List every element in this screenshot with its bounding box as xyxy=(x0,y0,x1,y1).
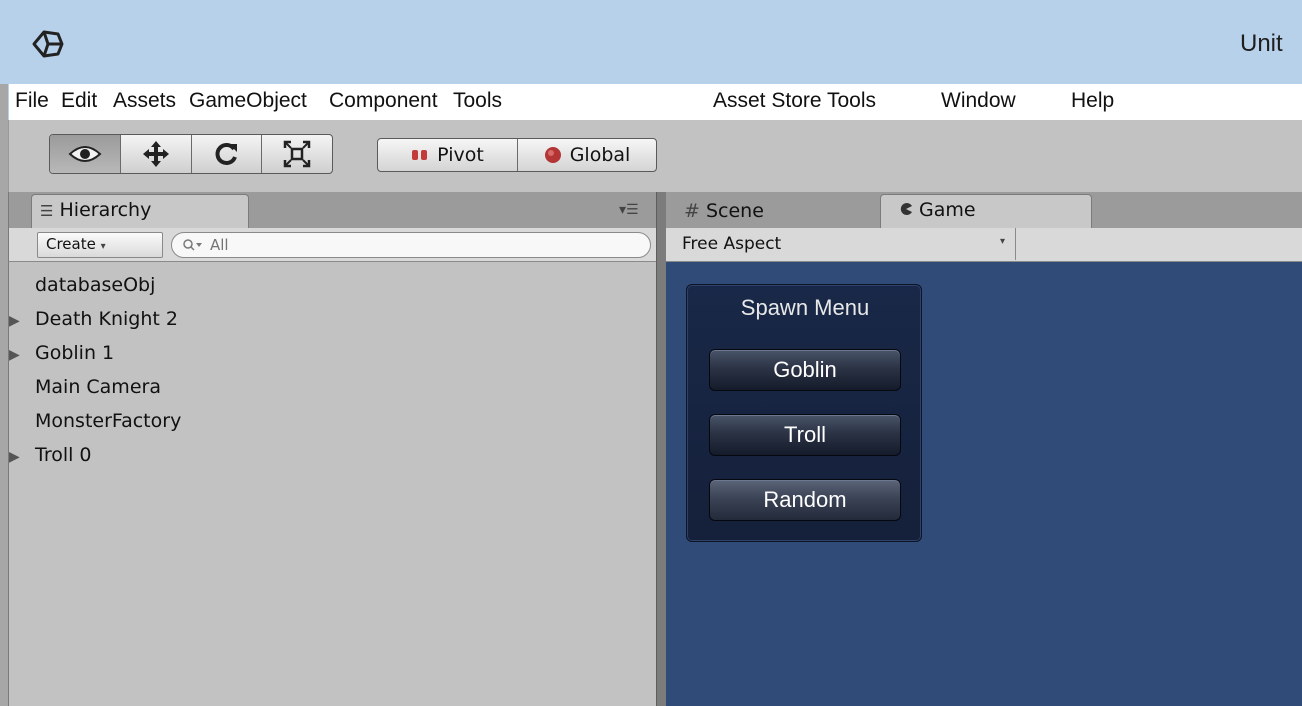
tab-game[interactable]: Game xyxy=(880,194,1092,228)
hierarchy-tabstrip: ☰ Hierarchy ▾☰ xyxy=(8,192,660,228)
menu-window[interactable]: Window xyxy=(937,84,1020,120)
item-label: Death Knight 2 xyxy=(35,308,178,330)
title-bar: Unit xyxy=(0,0,1302,84)
hierarchy-toolbar: Create ▾ xyxy=(8,228,660,262)
scale-icon xyxy=(283,140,311,168)
item-label: Main Camera xyxy=(35,376,161,398)
menu-component[interactable]: Component xyxy=(325,84,442,120)
rotate-icon xyxy=(215,143,238,165)
spawn-menu: Spawn Menu Goblin Troll Random xyxy=(686,284,922,542)
pivot-button[interactable]: Pivot xyxy=(378,139,518,171)
chevron-down-icon: ▾ xyxy=(999,236,1005,247)
goblin-button[interactable]: Goblin xyxy=(709,349,901,391)
aspect-dropdown[interactable]: Free Aspect ▾ xyxy=(672,228,1016,260)
tab-hierarchy[interactable]: ☰ Hierarchy xyxy=(31,194,249,228)
global-label: Global xyxy=(569,144,631,166)
list-item[interactable]: databaseObj xyxy=(9,268,155,302)
eye-icon xyxy=(68,146,102,162)
item-label: databaseObj xyxy=(35,274,156,296)
pivot-label: Pivot xyxy=(437,144,484,166)
hierarchy-search[interactable] xyxy=(171,232,651,258)
list-item[interactable]: ▶ Death Knight 2 xyxy=(9,302,178,336)
menu-help[interactable]: Help xyxy=(1067,84,1118,120)
expand-triangle-icon[interactable]: ▶ xyxy=(0,302,35,338)
game-tab-label: Game xyxy=(919,199,976,221)
create-dropdown[interactable]: Create ▾ xyxy=(37,232,163,258)
create-label: Create xyxy=(46,235,96,253)
menu-asset-store-tools[interactable]: Asset Store Tools xyxy=(709,84,880,120)
main-toolbar: Pivot Global xyxy=(8,120,1302,192)
pacman-icon xyxy=(900,203,912,215)
list-item[interactable]: ▶ Troll 0 xyxy=(9,438,92,472)
global-button[interactable]: Global xyxy=(518,139,656,171)
scene-tab-label: Scene xyxy=(705,200,764,222)
game-view-toolbar: Free Aspect ▾ xyxy=(666,228,1302,262)
hierarchy-list-icon: ☰ xyxy=(40,202,54,220)
transform-tools xyxy=(49,134,333,174)
scale-tool-button[interactable] xyxy=(262,135,332,173)
item-label: Goblin 1 xyxy=(35,342,115,364)
move-tool-button[interactable] xyxy=(121,135,192,173)
panel-menu-icon[interactable]: ▾☰ xyxy=(619,202,639,218)
pivot-toggle-group: Pivot Global xyxy=(377,138,657,172)
menu-gameobject[interactable]: GameObject xyxy=(185,84,311,120)
tab-scene[interactable]: # Scene xyxy=(674,196,874,228)
search-icon xyxy=(183,239,202,251)
globe-icon xyxy=(544,147,561,163)
chevron-down-icon: ▾ xyxy=(100,241,106,252)
expand-triangle-icon[interactable]: ▶ xyxy=(0,336,35,372)
menu-tools[interactable]: Tools xyxy=(449,84,506,120)
aspect-label: Free Aspect xyxy=(682,234,782,254)
move-arrows-icon xyxy=(142,141,169,167)
grid-hash-icon: # xyxy=(684,200,700,222)
window-title: Unit xyxy=(1240,30,1283,57)
menu-bar: File Edit Assets GameObject Component To… xyxy=(8,84,1302,120)
list-item[interactable]: Main Camera xyxy=(9,370,161,404)
menu-assets[interactable]: Assets xyxy=(109,84,180,120)
troll-button[interactable]: Troll xyxy=(709,414,901,456)
game-viewport[interactable]: Spawn Menu Goblin Troll Random xyxy=(666,262,1302,706)
random-button[interactable]: Random xyxy=(709,479,901,521)
list-item[interactable]: MonsterFactory xyxy=(9,404,181,438)
hierarchy-list: databaseObj ▶ Death Knight 2 ▶ Goblin 1 Ma… xyxy=(8,262,656,706)
panel-splitter[interactable] xyxy=(656,192,666,706)
item-label: MonsterFactory xyxy=(35,410,182,432)
expand-triangle-icon[interactable]: ▶ xyxy=(0,438,35,474)
menu-edit[interactable]: Edit xyxy=(57,84,101,120)
unity-logo-icon xyxy=(32,30,64,58)
menu-file[interactable]: File xyxy=(11,84,53,120)
view-tabstrip: # Scene Game xyxy=(666,192,1302,228)
pivot-icon xyxy=(412,150,428,160)
item-label: Troll 0 xyxy=(35,444,92,466)
search-input[interactable] xyxy=(210,236,610,254)
hierarchy-tab-label: Hierarchy xyxy=(59,199,152,221)
rotate-tool-button[interactable] xyxy=(192,135,263,173)
view-tool-button[interactable] xyxy=(50,135,121,173)
spawn-menu-title: Spawn Menu xyxy=(740,295,870,320)
list-item[interactable]: ▶ Goblin 1 xyxy=(9,336,114,370)
